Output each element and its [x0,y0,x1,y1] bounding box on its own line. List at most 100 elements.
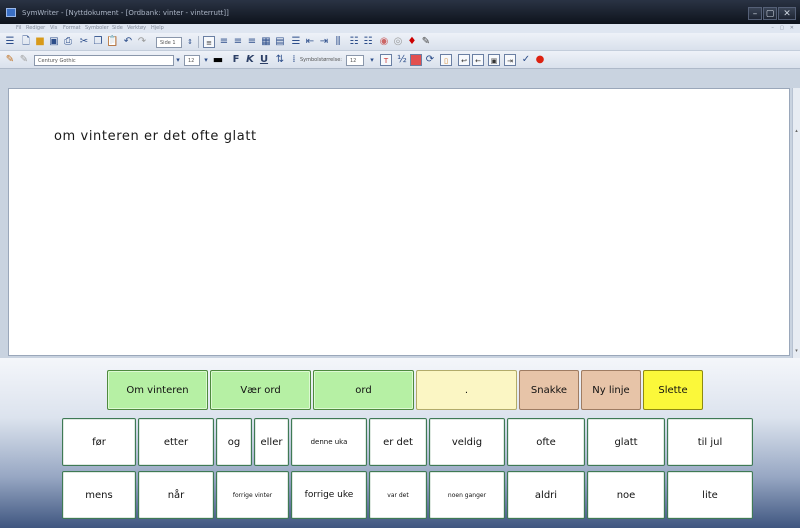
print-icon[interactable]: ⎙ [62,36,74,48]
columns-icon[interactable]: ▤ [274,36,286,48]
cursor-left-icon[interactable]: ↩ [458,54,470,66]
word-cell-forrige-uke[interactable]: forrige uke [291,471,367,519]
grid-icon[interactable]: ▯ [440,54,452,66]
font-name-combo[interactable]: Century Gothic [34,55,174,66]
speech-stop-icon[interactable]: ◎ [392,36,404,48]
scroll-down-icon[interactable]: ▾ [793,348,800,354]
undo-icon[interactable]: ↶ [122,36,134,48]
symbol-icon[interactable]: ♦ [406,36,418,48]
menu-symbols[interactable]: Symboler [85,25,109,31]
menu-help[interactable]: Hjelp [151,25,164,31]
underline-button[interactable]: U [258,54,270,66]
word-cell-eller[interactable]: eller [254,418,289,466]
save-icon[interactable]: ▣ [48,36,60,48]
symbol-toggle-icon[interactable]: T [380,54,392,66]
menu-format[interactable]: Format [63,25,81,31]
grid-cell-om-vinteren[interactable]: Om vinteren [107,370,208,410]
eraser-icon[interactable]: ✎ [18,54,30,66]
line-spacing-icon[interactable]: ☷ [348,36,360,48]
table-icon[interactable]: ▦ [260,36,272,48]
close-button[interactable]: ✕ [778,7,796,20]
draw-tool-icon[interactable]: ✎ [420,36,432,48]
open-folder-icon[interactable]: ■ [34,36,46,48]
backspace-icon[interactable]: ← [472,54,484,66]
size-dropdown-icon[interactable]: ▾ [200,54,212,66]
align-right-icon[interactable]: ≡ [232,36,244,48]
word-cell-noe[interactable]: noe [587,471,665,519]
word-cell-noen-ganger[interactable]: noen ganger [429,471,505,519]
menu-view[interactable]: Vis [50,25,57,31]
word-cell-lite[interactable]: lite [667,471,753,519]
cut-icon[interactable]: ✂ [78,36,90,48]
minimize-button[interactable]: – [748,7,762,20]
pencil-icon[interactable]: ✎ [4,54,16,66]
align-left-icon[interactable]: ≡ [203,36,215,48]
tab-stops-icon[interactable]: ⫼ [332,36,344,48]
align-center-icon[interactable]: ≡ [218,36,230,48]
speak-button[interactable]: Snakke [519,370,579,410]
symbol-size-dropdown-icon[interactable]: ▾ [366,54,378,66]
delete-button[interactable]: Slette [643,370,703,410]
ordbank-icon[interactable]: ☰ [4,36,16,48]
vertical-scrollbar[interactable]: ▴ ▾ [792,88,800,358]
grid-cell-ord[interactable]: ord [313,370,414,410]
word-cell-ofte[interactable]: ofte [507,418,585,466]
menu-tools[interactable]: Verktøy [127,25,146,31]
word-cell-glatt[interactable]: glatt [587,418,665,466]
symbol-spacing-icon[interactable]: ½ [396,54,408,66]
symbol-color-icon[interactable] [410,54,422,66]
copy-icon[interactable]: ❐ [92,36,104,48]
symbol-picker-icon[interactable]: ▣ [488,54,500,66]
stop-icon[interactable]: ● [534,54,546,66]
new-line-button[interactable]: Ny linje [581,370,641,410]
grid-cell-vaer-ord[interactable]: Vær ord [210,370,311,410]
spellcheck-icon[interactable]: ✓ [520,54,532,66]
window-title: SymWriter - [Nyttdokument - [Ordbank: vi… [22,9,229,17]
formatting-toolbar: ✎ ✎ Century Gothic ▾ 12 ▾ ▬ F K U ⇅ ⁞ Sy… [0,51,800,69]
word-cell-forrige-vinter[interactable]: forrige vinter [216,471,289,519]
bold-button[interactable]: F [230,54,242,66]
word-cell-var-det[interactable]: var det [369,471,427,519]
justify-icon[interactable]: ≡ [246,36,258,48]
word-cell-nar[interactable]: når [138,471,214,519]
bullet-list-icon[interactable]: ☰ [290,36,302,48]
decrease-indent-icon[interactable]: ⇤ [304,36,316,48]
document-text[interactable]: om vinteren er det ofte glatt [54,129,257,144]
italic-button[interactable]: K [244,54,256,66]
symbol-position-icon[interactable]: ⇅ [274,54,286,66]
word-cell-mens[interactable]: mens [62,471,136,519]
symbol-text-icon[interactable]: ⁞ [288,54,300,66]
new-document-icon[interactable]: 🗋 [20,36,32,48]
text-color-icon[interactable]: ▬ [212,54,224,66]
word-cell-og[interactable]: og [216,418,252,466]
word-cell-aldri[interactable]: aldri [507,471,585,519]
page-selector[interactable]: Side 1 [156,37,182,48]
symbol-swap-icon[interactable]: ⟳ [424,54,436,66]
document-window-controls[interactable]: – ▢ ✕ [771,25,796,31]
word-cell-er-det[interactable]: er det [369,418,427,466]
font-dropdown-icon[interactable]: ▾ [172,54,184,66]
maximize-button[interactable]: ▢ [763,7,777,20]
symbol-size-combo[interactable]: 12 [346,55,364,66]
word-cell-til-jul[interactable]: til jul [667,418,753,466]
document-page[interactable]: om vinteren er det ofte glatt [8,88,790,356]
paragraph-spacing-icon[interactable]: ☷ [362,36,374,48]
word-cell-etter[interactable]: etter [138,418,214,466]
tab-key-icon[interactable]: ⇥ [504,54,516,66]
word-cell-denne-uka[interactable]: denne uka [291,418,367,466]
menu-file[interactable]: Fil [16,25,21,31]
word-cell-for[interactable]: før [62,418,136,466]
word-cell-veldig[interactable]: veldig [429,418,505,466]
menu-page[interactable]: Side [112,25,123,31]
font-size-combo[interactable]: 12 [184,55,200,66]
grid-cell-period[interactable]: . [416,370,517,410]
menu-edit[interactable]: Rediger [26,25,45,31]
redo-icon[interactable]: ↷ [136,36,148,48]
toolbar-separator [198,36,199,48]
paste-icon[interactable]: 📋 [106,36,118,48]
speech-icon[interactable]: ◉ [378,36,390,48]
standard-toolbar: ☰ 🗋 ■ ▣ ⎙ ✂ ❐ 📋 ↶ ↷ Side 1 ⇕ ≡ ≡ ≡ ≡ ▦ ▤… [0,33,800,51]
page-spin-icon[interactable]: ⇕ [184,36,196,48]
increase-indent-icon[interactable]: ⇥ [318,36,330,48]
scroll-up-icon[interactable]: ▴ [793,128,800,134]
